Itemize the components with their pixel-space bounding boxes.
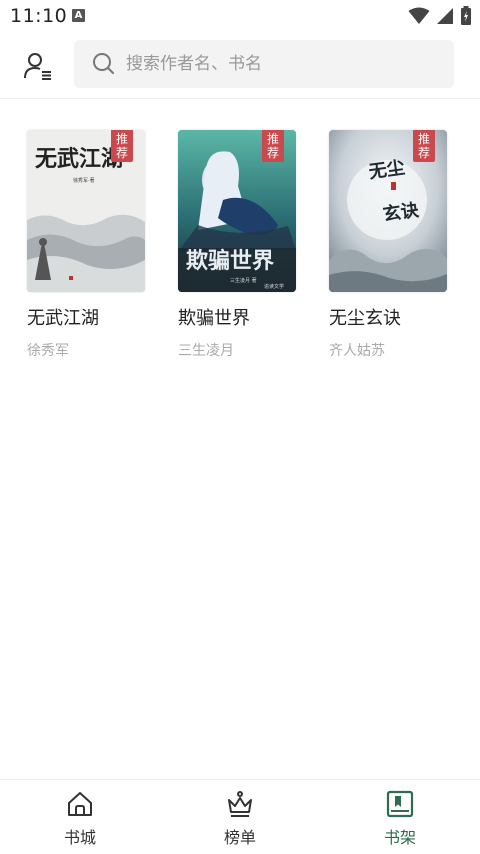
nav-item-bookstore[interactable]: 书城 xyxy=(20,780,140,854)
book-author: 齐人姑苏 xyxy=(329,343,385,359)
status-icons xyxy=(408,6,472,26)
cover-title-text: 欺骗世界 xyxy=(186,248,274,274)
bookshelf-icon xyxy=(386,790,414,818)
book-cover[interactable]: 无尘 玄诀 推荐 xyxy=(329,130,447,292)
status-bar: 11:10 A xyxy=(0,0,480,32)
svg-text:徐秀军·著: 徐秀军·著 xyxy=(73,177,95,184)
home-icon xyxy=(68,792,92,816)
bottom-nav: 书城 榜单 书架 xyxy=(0,779,480,854)
nav-item-bookshelf[interactable]: 书架 xyxy=(340,780,460,854)
search-input[interactable] xyxy=(126,40,436,88)
nav-label: 书架 xyxy=(383,828,416,847)
recommend-badge: 推荐 xyxy=(262,130,284,162)
book-item[interactable]: 欺骗世界 三生凌月 著 追读文学 推荐 欺骗世界 三生凌月 xyxy=(178,130,298,360)
nav-label: 书城 xyxy=(63,828,96,847)
search-box[interactable] xyxy=(74,40,454,88)
book-author: 徐秀军 xyxy=(27,343,69,359)
search-icon xyxy=(93,53,114,74)
wifi-icon xyxy=(408,7,430,24)
book-author: 三生凌月 xyxy=(178,343,234,359)
header xyxy=(0,32,480,99)
book-title[interactable]: 无武江湖 xyxy=(27,304,147,330)
signal-icon xyxy=(437,8,453,24)
book-title[interactable]: 欺骗世界 xyxy=(178,304,298,330)
nav-label: 榜单 xyxy=(223,828,256,847)
book-cover[interactable]: 欺骗世界 三生凌月 著 追读文学 推荐 xyxy=(178,130,296,292)
book-item[interactable]: 无武江湖 徐秀军·著 推荐 无武江湖 徐秀军 xyxy=(27,130,147,360)
status-time: 11:10 xyxy=(10,5,68,27)
notification-icon: A xyxy=(72,9,85,22)
book-item[interactable]: 无尘 玄诀 推荐 无尘玄诀 齐人姑苏 xyxy=(329,130,449,360)
book-cover[interactable]: 无武江湖 徐秀军·著 推荐 xyxy=(27,130,145,292)
nav-item-ranking[interactable]: 榜单 xyxy=(180,780,300,854)
battery-icon xyxy=(461,6,471,25)
cover-title-text: 无武江湖 xyxy=(35,146,123,172)
crown-icon xyxy=(228,791,252,817)
user-profile-button[interactable] xyxy=(22,50,54,82)
svg-text:追读文学: 追读文学 xyxy=(264,283,284,290)
book-title[interactable]: 无尘玄诀 xyxy=(329,304,449,330)
recommend-badge: 推荐 xyxy=(413,130,435,162)
recommend-badge: 推荐 xyxy=(111,130,133,162)
svg-text:三生凌月 著: 三生凌月 著 xyxy=(230,277,257,284)
user-icon xyxy=(24,53,51,80)
